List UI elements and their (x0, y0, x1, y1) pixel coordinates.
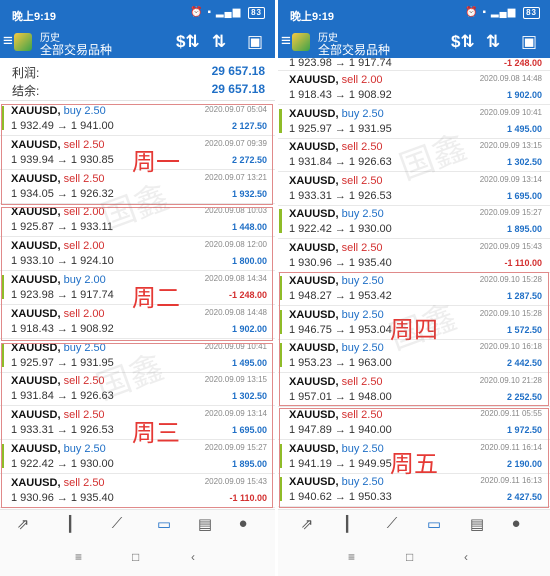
trade-pl: 1 895.00 (506, 224, 542, 234)
balance-row: 结余: 29 657.18 (12, 82, 265, 100)
trade-prices: 1 922.42 → 1 930.00 (289, 223, 392, 235)
trade-pl: 1 902.00 (506, 90, 542, 100)
trade-symbol: XAUUSD, buy 2.50 (289, 208, 384, 220)
trending-icon[interactable]: ⟋ (381, 515, 403, 537)
trade-prices: 1 918.43 → 1 908.92 (289, 89, 392, 101)
week-label-tuesday: 周二 (132, 284, 180, 312)
trade-side: sell 2.50 (341, 174, 383, 187)
dollar-sort-icon[interactable]: $⇅ (176, 32, 200, 52)
trending-icon[interactable]: ⟋ (106, 515, 128, 537)
trade-prices: 1 931.84 → 1 926.63 (289, 156, 392, 168)
nav-back-icon[interactable]: ‹ (191, 550, 195, 564)
news-icon[interactable]: ▤ (194, 515, 216, 537)
menu-icon[interactable]: ≡ (281, 31, 291, 51)
news-icon[interactable]: ▤ (466, 515, 488, 537)
trade-date: 2020.09.09 13:14 (479, 174, 542, 184)
trade-symbol: XAUUSD, sell 2.50 (289, 174, 383, 187)
app-logo-icon (14, 33, 32, 51)
trade-row-partial[interactable]: 1 923.98 → 1 917.74 -1 248.00 (278, 57, 550, 71)
trade-row[interactable]: XAUUSD, sell 2.00 1 918.43 → 1 908.92 2020… (278, 71, 550, 105)
system-nav-bar: ≡ □ ‹ (278, 541, 550, 576)
trade-date: 2020.09.08 14:48 (479, 74, 542, 83)
trade-date: 2020.09.09 15:43 (479, 241, 542, 251)
battery-icon: 83 (523, 7, 540, 19)
trade-side: sell 2.50 (341, 241, 383, 254)
trade-date: 2020.09.09 15:27 (479, 208, 542, 217)
trade-symbol: XAUUSD, sell 2.50 (289, 141, 383, 153)
nav-menu-icon[interactable]: ≡ (75, 550, 82, 564)
trade-icon[interactable]: ⇗ (296, 515, 318, 537)
chart-icon[interactable]: ┃ (59, 515, 81, 537)
trade-pl: 1 695.00 (506, 190, 542, 201)
trade-prices: 1 925.97 → 1 931.95 (289, 122, 392, 135)
buy-marker (279, 108, 282, 133)
trade-prices: 1 933.31 → 1 926.53 (289, 189, 392, 202)
trade-row[interactable]: XAUUSD, sell 2.50 1 930.96 → 1 935.40 2020… (278, 239, 550, 273)
calendar-icon[interactable]: ▣ (521, 32, 537, 52)
bottom-tab-bar: ⇗ ┃ ⟋ ▭ ▤ ● (0, 509, 275, 542)
chart-icon[interactable]: ┃ (336, 515, 358, 537)
status-time: 晚上9:19 (290, 11, 335, 23)
nav-home-icon[interactable]: □ (132, 550, 139, 564)
sort-icon[interactable]: ⇅ (486, 32, 500, 52)
history-inbox-icon[interactable]: ▭ (153, 515, 175, 537)
profit-label: 利润: (12, 66, 40, 80)
trade-symbol: XAUUSD, buy 2.50 (289, 107, 384, 120)
trade-date: 2020.09.09 10:41 (479, 107, 542, 117)
dollar-sort-icon[interactable]: $⇅ (451, 32, 475, 52)
week-label-friday: 周五 (390, 450, 438, 478)
trade-prices: 1 923.98 → 1 917.74 (289, 57, 392, 69)
app-bar-title[interactable]: 全部交易品种 (40, 41, 112, 58)
nav-back-icon[interactable]: ‹ (464, 550, 468, 564)
trade-symbol: XAUUSD, sell 2.50 (289, 241, 383, 254)
status-icons: ⏰ ▪ ▂▄▆ 83 (190, 7, 265, 19)
trade-pl: 1 495.00 (506, 123, 542, 134)
calendar-icon[interactable]: ▣ (247, 32, 263, 52)
trade-date: 2020.09.09 13:15 (479, 141, 542, 150)
status-icons: ⏰ ▪ ▂▄▆ 83 (465, 7, 540, 19)
trade-side: buy 2.50 (341, 107, 384, 120)
app-bar-title[interactable]: 全部交易品种 (318, 41, 390, 58)
app-bar: ≡ 历史 全部交易品种 $⇅ ⇅ ▣ (0, 28, 275, 58)
chat-icon[interactable]: ● (232, 515, 254, 537)
system-nav-bar: ≡ □ ‹ (0, 541, 275, 576)
trade-side: buy 2.50 (341, 208, 384, 220)
status-bar: 晚上9:19 ⏰ ▪ ▂▄▆ 83 (0, 0, 275, 28)
nav-menu-icon[interactable]: ≡ (348, 550, 355, 564)
nav-home-icon[interactable]: □ (406, 550, 413, 564)
balance-value: 29 657.18 (211, 82, 265, 96)
profit-value: 29 657.18 (211, 64, 265, 78)
trade-pl: 1 302.50 (506, 157, 542, 167)
trade-symbol: XAUUSD, sell 2.00 (289, 74, 383, 86)
trade-prices: 1 930.96 → 1 935.40 (289, 256, 392, 269)
buy-marker (279, 209, 282, 233)
app-logo-icon (292, 33, 310, 51)
sort-icon[interactable]: ⇅ (212, 32, 226, 52)
trade-side: sell 2.00 (341, 74, 383, 86)
history-inbox-icon[interactable]: ▭ (423, 515, 445, 537)
trade-side: sell 2.50 (341, 141, 383, 153)
trade-row[interactable]: XAUUSD, buy 2.50 1 922.42 → 1 930.00 2020.… (278, 205, 550, 239)
bottom-tab-bar: ⇗ ┃ ⟋ ▭ ▤ ● (278, 509, 550, 542)
status-time: 晚上9:19 (12, 11, 57, 23)
trade-row[interactable]: XAUUSD, buy 2.50 1 925.97 → 1 931.95 2020.… (278, 105, 550, 139)
history-screen-left: 晚上9:19 ⏰ ▪ ▂▄▆ 83 ≡ 历史 全部交易品种 $⇅ ⇅ ▣ 利润:… (0, 0, 275, 576)
battery-icon: 83 (248, 7, 265, 19)
status-bar: 晚上9:19 ⏰ ▪ ▂▄▆ 83 (278, 0, 550, 28)
trade-pl: -1 110.00 (504, 257, 542, 268)
trade-pl: -1 248.00 (503, 58, 542, 68)
chat-icon[interactable]: ● (505, 515, 527, 537)
history-screen-right: 晚上9:19 ⏰ ▪ ▂▄▆ 83 ≡ 历史 全部交易品种 $⇅ ⇅ ▣ 1 9… (278, 0, 550, 576)
trade-icon[interactable]: ⇗ (12, 515, 34, 537)
week-label-wednesday: 周三 (132, 419, 180, 447)
summary: 利润: 29 657.18 结余: 29 657.18 (0, 62, 275, 101)
app-bar: ≡ 历史 全部交易品种 $⇅ ⇅ ▣ (278, 28, 550, 58)
menu-icon[interactable]: ≡ (3, 31, 13, 51)
profit-row: 利润: 29 657.18 (12, 64, 265, 82)
balance-label: 结余: (12, 84, 40, 98)
